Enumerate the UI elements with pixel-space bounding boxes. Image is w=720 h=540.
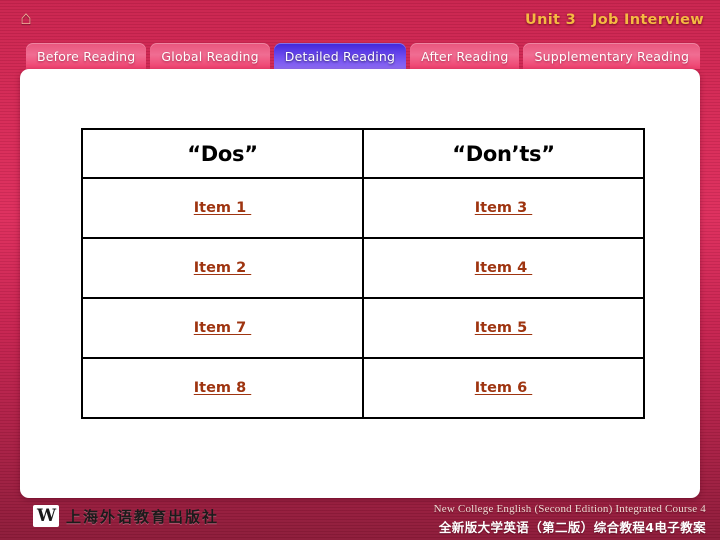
table-cell: Item 8 xyxy=(81,357,364,419)
home-icon[interactable]: ⌂ xyxy=(14,8,38,30)
item-link-8[interactable]: Item 8 xyxy=(194,380,251,396)
table-cell: Item 2 xyxy=(81,237,364,299)
tab-before-reading[interactable]: Before Reading xyxy=(26,43,147,69)
table-cell: Item 1 xyxy=(81,177,364,239)
publisher-mark-icon: W xyxy=(33,505,59,527)
item-link-1[interactable]: Item 1 xyxy=(194,200,251,216)
course-title-en: New College English (Second Edition) Int… xyxy=(433,503,706,515)
table-cell: Item 4 xyxy=(362,237,645,299)
table-row: Item 1 Item 3 xyxy=(81,177,645,239)
item-link-4[interactable]: Item 4 xyxy=(475,260,532,276)
table-header-cell-donts: “Don’ts” xyxy=(362,128,645,179)
page-title: Unit 3 Job Interview xyxy=(525,12,704,28)
tab-bar: Before Reading Global Reading Detailed R… xyxy=(26,43,706,69)
tab-supplementary-reading[interactable]: Supplementary Reading xyxy=(523,43,701,69)
table-row: Item 2 Item 4 xyxy=(81,237,645,299)
table-header-row: “Dos” “Don’ts” xyxy=(81,128,645,179)
course-info: New College English (Second Edition) Int… xyxy=(434,503,706,536)
dos-donts-table: “Dos” “Don’ts” Item 1 Item 3 Item 2 Item… xyxy=(81,128,645,419)
publisher-logo: W 上海外语教育出版社 xyxy=(33,505,219,527)
column-header-donts: “Don’ts” xyxy=(452,141,555,166)
publisher-name: 上海外语教育出版社 xyxy=(66,507,220,526)
course-title-cn: 全新版大学英语（第二版）综合教程4电子教案 xyxy=(438,520,706,535)
tab-global-reading[interactable]: Global Reading xyxy=(150,43,270,69)
table-header-cell-dos: “Dos” xyxy=(81,128,364,179)
item-link-7[interactable]: Item 7 xyxy=(194,320,251,336)
column-header-dos: “Dos” xyxy=(187,141,258,166)
table-row: Item 8 Item 6 xyxy=(81,357,645,419)
item-link-6[interactable]: Item 6 xyxy=(475,380,532,396)
footer-bar: W 上海外语教育出版社 New College English (Second … xyxy=(0,498,720,540)
tab-detailed-reading[interactable]: Detailed Reading xyxy=(273,43,407,69)
table-cell: Item 7 xyxy=(81,297,364,359)
item-link-2[interactable]: Item 2 xyxy=(194,260,251,276)
item-link-5[interactable]: Item 5 xyxy=(475,320,532,336)
tab-after-reading[interactable]: After Reading xyxy=(410,43,520,69)
table-cell: Item 3 xyxy=(362,177,645,239)
content-panel: “Dos” “Don’ts” Item 1 Item 3 Item 2 Item… xyxy=(20,69,700,498)
table-row: Item 7 Item 5 xyxy=(81,297,645,359)
table-cell: Item 6 xyxy=(362,357,645,419)
slide-root: ⌂ Unit 3 Job Interview Before Reading Gl… xyxy=(0,0,720,540)
item-link-3[interactable]: Item 3 xyxy=(475,200,532,216)
table-cell: Item 5 xyxy=(362,297,645,359)
